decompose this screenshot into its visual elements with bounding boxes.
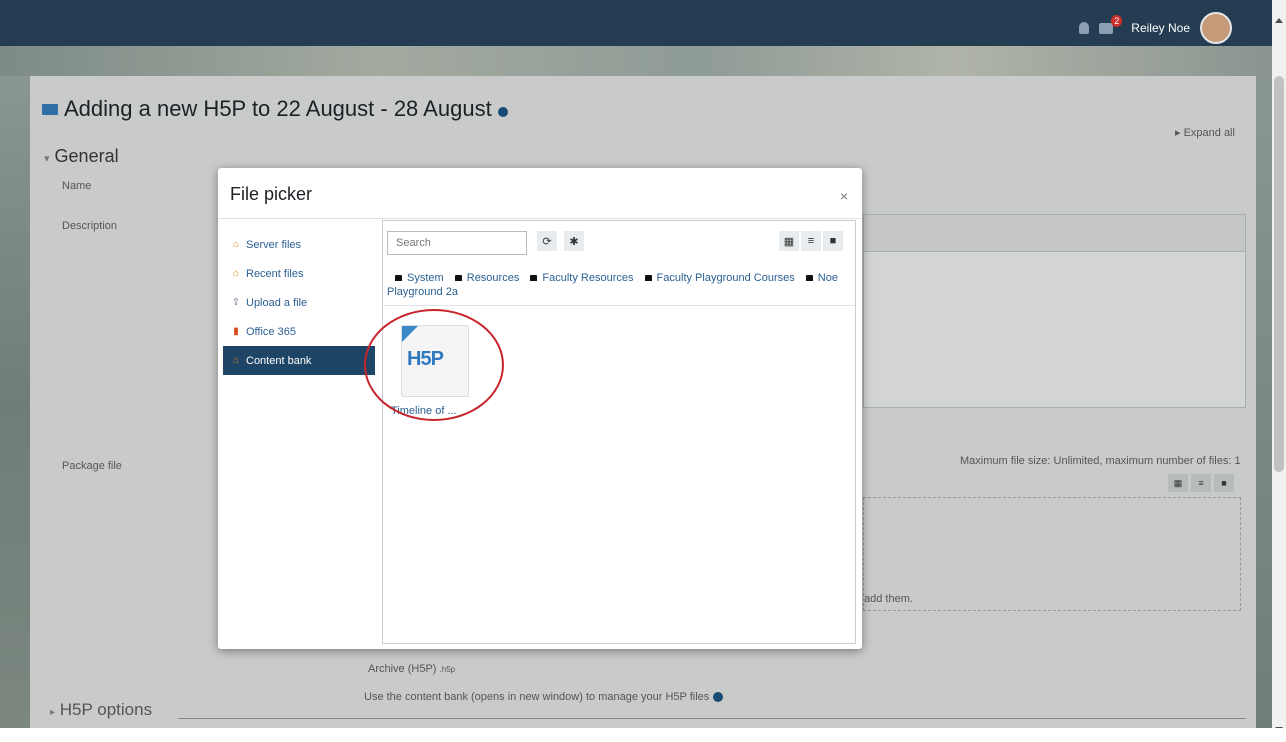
content-bank-note-text[interactable]: Use the content bank (opens in new windo…: [364, 691, 709, 703]
breadcrumb-divider: [383, 305, 855, 306]
repo-label: Office 365: [246, 325, 296, 338]
upload-icon: ⇪: [231, 297, 241, 308]
accepted-types: Archive (H5P) .h5p: [368, 663, 455, 675]
list-view-icon[interactable]: ≡: [801, 231, 821, 251]
description-editor[interactable]: [863, 214, 1246, 408]
repo-office-365[interactable]: ▮ Office 365: [223, 317, 375, 346]
chevron-right-icon: ▸: [50, 707, 56, 718]
repo-label: Content bank: [246, 354, 312, 367]
folder-view-icon[interactable]: ■: [1214, 474, 1234, 492]
repo-label: Upload a file: [246, 296, 308, 309]
breadcrumb: System Resources Faculty Resources Facul…: [387, 271, 847, 299]
help-icon[interactable]: [497, 107, 508, 117]
archive-ext-label: .h5p: [439, 665, 456, 674]
message-count-badge: 2: [1111, 14, 1123, 27]
editor-toolbar: [864, 215, 1245, 252]
repo-content-bank[interactable]: ⌂ Content bank: [223, 346, 375, 375]
scrollbar-thumb[interactable]: [1274, 76, 1284, 472]
archive-type-label: Archive (H5P): [368, 663, 437, 675]
page-scrollbar[interactable]: [1272, 0, 1286, 742]
repo-label: Recent files: [246, 267, 304, 280]
search-input[interactable]: [387, 231, 527, 255]
close-icon[interactable]: ×: [840, 188, 848, 204]
background-right: [1256, 76, 1272, 728]
user-menu: 2 Reiley Noe: [1079, 12, 1232, 44]
package-view-toggles: ▦ ≡ ■: [1168, 474, 1234, 492]
folder-icon: [454, 275, 462, 281]
section-h5p-options-label: H5P options: [59, 700, 153, 719]
top-navbar: 2 Reiley Noe: [0, 0, 1272, 46]
grid-view-icon[interactable]: ▦: [779, 231, 799, 251]
background-left: [0, 76, 30, 728]
home-icon: ⌂: [232, 239, 240, 250]
folder-icon: [805, 275, 813, 281]
description-label: Description: [62, 220, 118, 232]
file-picker-modal: File picker × ⌂ Server files ⌂ Recent fi…: [218, 168, 862, 649]
breadcrumb-item[interactable]: Faculty Resources: [542, 272, 633, 284]
package-file-label: Package file: [62, 460, 122, 472]
notification-bell-icon[interactable]: [1079, 22, 1090, 34]
folder-icon: [644, 275, 652, 281]
breadcrumb-item[interactable]: System: [407, 272, 444, 284]
gear-icon[interactable]: ✱: [564, 231, 584, 251]
expand-all-link[interactable]: ▸ Expand all: [1175, 126, 1235, 139]
repo-recent-files[interactable]: ⌂ Recent files: [223, 259, 375, 288]
content-bank-note: Use the content bank (opens in new windo…: [364, 691, 724, 703]
folder-icon: [530, 275, 538, 281]
file-drop-area[interactable]: [863, 497, 1241, 611]
home-icon: ⌂: [232, 268, 240, 279]
help-icon[interactable]: [713, 692, 724, 702]
section-general-label: General: [54, 146, 119, 166]
office-icon: ▮: [233, 326, 239, 337]
chevron-down-icon: ▾: [44, 153, 50, 165]
section-divider: [178, 718, 1246, 719]
page-title: Adding a new H5P to 22 August - 28 Augus…: [42, 96, 508, 122]
breadcrumb-item[interactable]: Faculty Playground Courses: [657, 272, 795, 284]
highlight-circle: [364, 309, 504, 421]
messages-icon[interactable]: 2: [1099, 14, 1123, 34]
folder-view-icon[interactable]: ■: [823, 231, 843, 251]
list-view-icon[interactable]: ≡: [1191, 474, 1211, 492]
section-general[interactable]: ▾ General: [44, 146, 119, 167]
repository-list: ⌂ Server files ⌂ Recent files ⇪ Upload a…: [223, 230, 375, 375]
expand-all-label: Expand all: [1183, 127, 1235, 139]
breadcrumb-item[interactable]: Resources: [467, 272, 520, 284]
max-file-size-note: Maximum file size: Unlimited, maximum nu…: [960, 455, 1241, 467]
horizontal-scrollbar[interactable]: [0, 728, 1286, 742]
refresh-icon[interactable]: ⟳: [537, 231, 557, 251]
course-banner: [0, 46, 1272, 76]
avatar[interactable]: [1200, 12, 1232, 44]
modal-divider: [218, 218, 862, 219]
file-browser-panel: ⟳ ✱ ▦ ≡ ■ System Resources Faculty Resou…: [382, 220, 856, 644]
name-label: Name: [62, 180, 92, 192]
repo-label: Server files: [246, 238, 302, 251]
drop-area-text: add them.: [864, 593, 913, 605]
repo-upload-file[interactable]: ⇪ Upload a file: [223, 288, 375, 317]
folder-icon: [395, 275, 402, 281]
modal-title: File picker: [230, 184, 313, 204]
repo-server-files[interactable]: ⌂ Server files: [223, 230, 375, 259]
page-title-text: Adding a new H5P to 22 August - 28 Augus…: [64, 96, 492, 121]
h5p-activity-icon: [42, 103, 58, 115]
user-name[interactable]: Reiley Noe: [1131, 21, 1190, 35]
content-bank-icon: ⌂: [232, 355, 240, 366]
section-h5p-options[interactable]: ▸ H5P options: [50, 700, 152, 728]
scroll-up-icon[interactable]: [1275, 18, 1283, 23]
grid-view-icon[interactable]: ▦: [1168, 474, 1188, 492]
